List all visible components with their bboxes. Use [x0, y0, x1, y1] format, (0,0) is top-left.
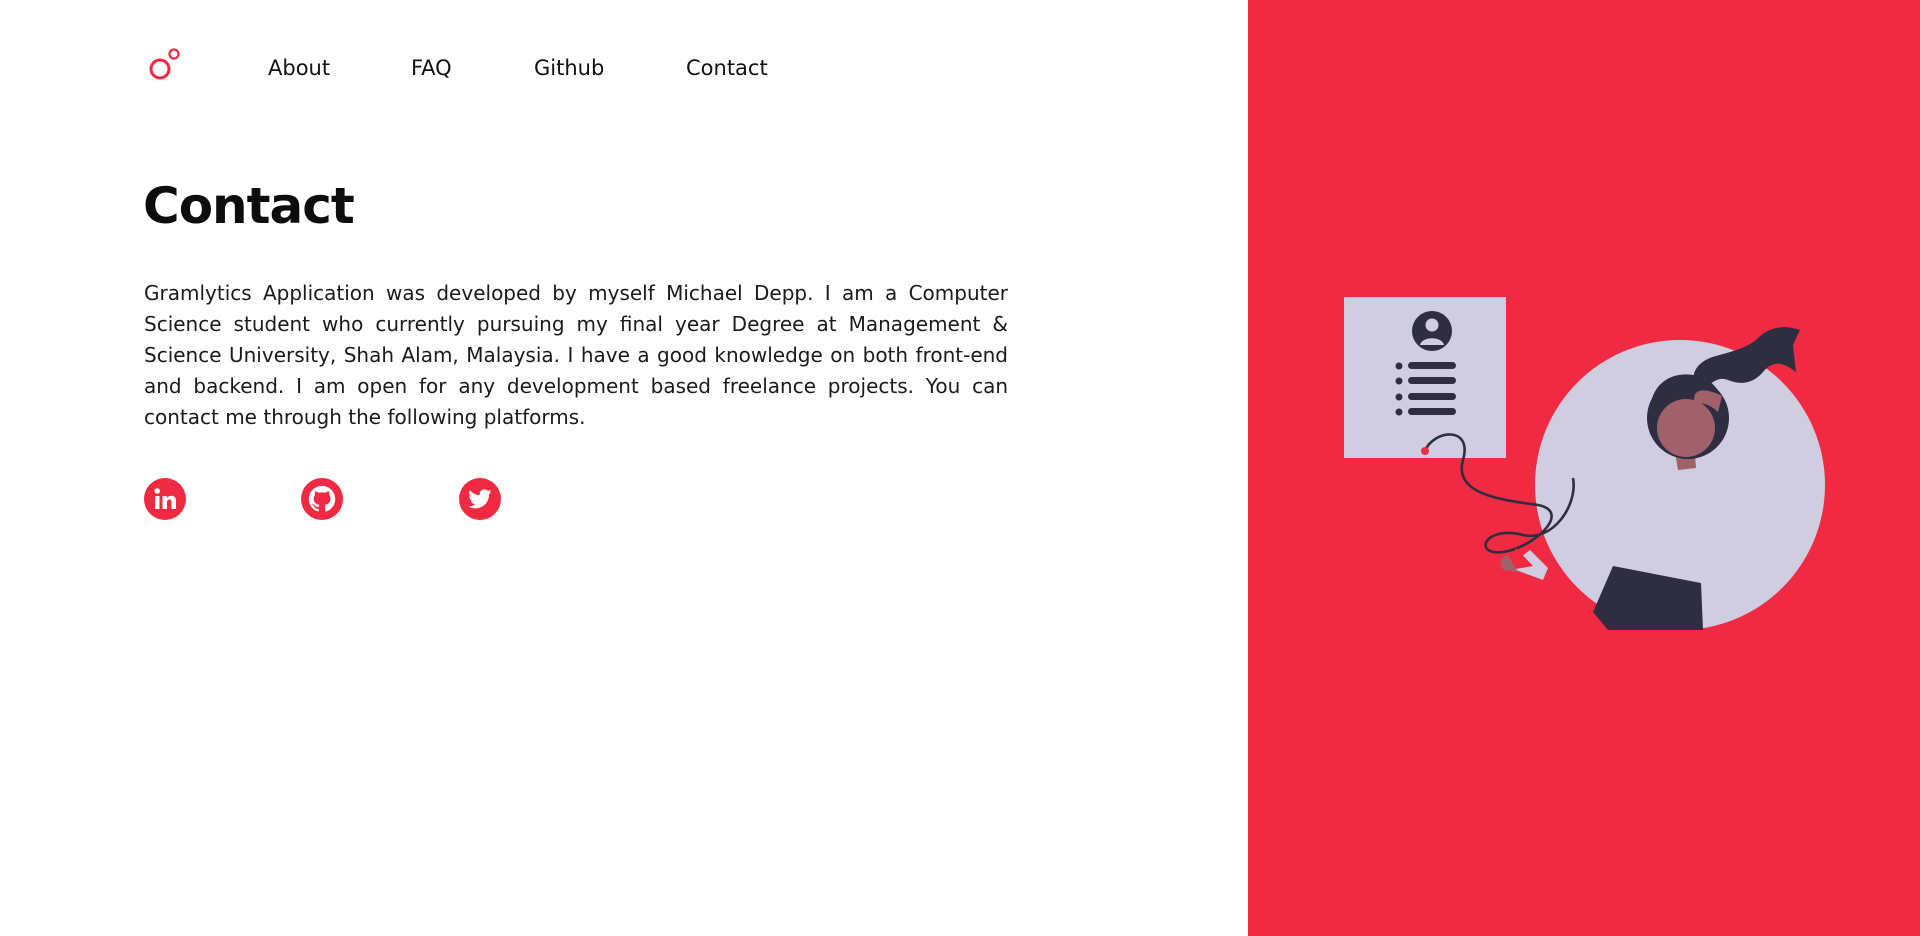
page-title: Contact — [143, 177, 355, 235]
circles-logo-icon[interactable] — [148, 47, 182, 83]
nav-about[interactable]: About — [268, 54, 330, 82]
nav-github[interactable]: Github — [534, 54, 604, 82]
linkedin-link[interactable] — [144, 478, 186, 520]
content-panel: About FAQ Github Contact Contact Gramlyt… — [0, 0, 1248, 936]
nav-contact[interactable]: Contact — [686, 54, 768, 82]
github-icon — [308, 485, 336, 512]
contact-illustration — [1344, 297, 1825, 630]
twitter-link[interactable] — [459, 478, 501, 520]
illustration-panel — [1248, 0, 1920, 936]
nav-faq[interactable]: FAQ — [411, 54, 452, 82]
contact-description: Gramlytics Application was developed by … — [144, 281, 1008, 429]
github-link[interactable] — [301, 478, 343, 520]
twitter-icon — [468, 489, 492, 509]
linkedin-icon — [154, 488, 176, 509]
